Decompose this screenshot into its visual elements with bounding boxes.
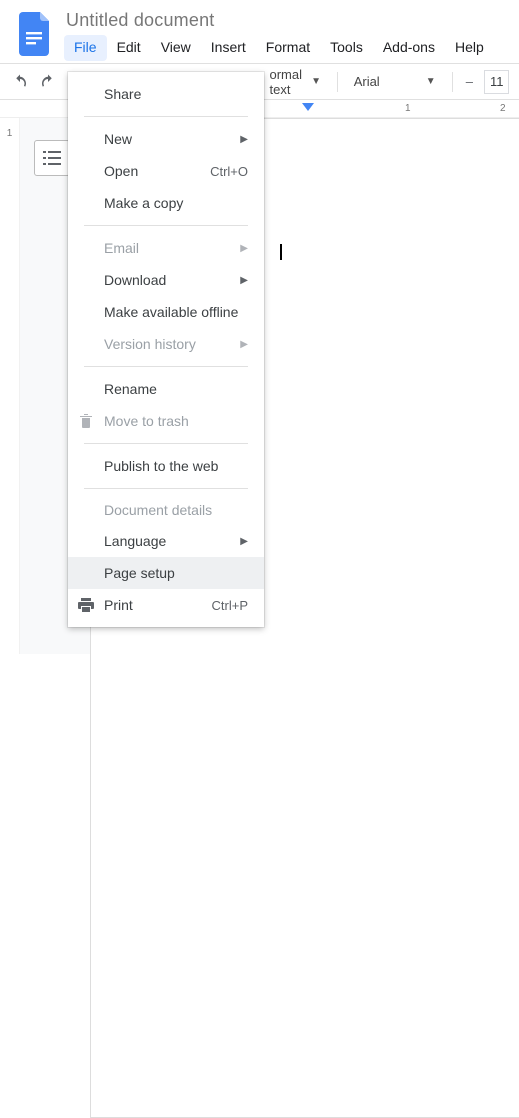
paragraph-style-combo[interactable]: ormal text ▼ xyxy=(264,69,327,95)
submenu-arrow-icon: ▶ xyxy=(240,134,248,145)
menu-item-language[interactable]: Language ▶ xyxy=(68,525,264,557)
menu-item-label: Document details xyxy=(104,502,212,518)
menu-item-label: Email xyxy=(104,240,139,256)
menu-file[interactable]: File xyxy=(64,35,107,61)
menu-item-label: Make available offline xyxy=(104,304,238,320)
menu-item-publish-web[interactable]: Publish to the web xyxy=(68,450,264,482)
undo-button[interactable] xyxy=(10,68,30,96)
font-family-combo[interactable]: Arial ▼ xyxy=(348,69,442,95)
menu-item-label: Page setup xyxy=(104,565,175,581)
menu-item-label: Open xyxy=(104,163,138,179)
menu-help[interactable]: Help xyxy=(445,35,494,61)
paragraph-style-label: ormal text xyxy=(270,67,306,97)
menu-insert[interactable]: Insert xyxy=(201,35,256,61)
font-size-input[interactable]: 11 xyxy=(484,70,509,94)
print-icon xyxy=(76,598,96,612)
menu-edit[interactable]: Edit xyxy=(107,35,151,61)
menu-addons[interactable]: Add-ons xyxy=(373,35,445,61)
menu-item-make-copy[interactable]: Make a copy xyxy=(68,187,264,219)
indent-marker-icon[interactable] xyxy=(302,103,314,113)
document-title[interactable]: Untitled document xyxy=(64,8,494,35)
menu-separator xyxy=(84,366,248,367)
menu-item-doc-details[interactable]: Document details xyxy=(68,495,264,525)
ruler-tick-label: 2 xyxy=(500,103,506,114)
file-menu-dropdown: Share New ▶ Open Ctrl+O Make a copy Email ▶… xyxy=(68,72,264,627)
toolbar-sep xyxy=(337,72,338,92)
menu-item-shortcut: Ctrl+P xyxy=(212,598,248,613)
menu-format[interactable]: Format xyxy=(256,35,320,61)
menu-tools[interactable]: Tools xyxy=(320,35,373,61)
menu-item-print[interactable]: Print Ctrl+P xyxy=(68,589,264,621)
menu-item-label: New xyxy=(104,131,132,147)
menu-item-version-history[interactable]: Version history ▶ xyxy=(68,328,264,360)
menu-item-label: Publish to the web xyxy=(104,458,218,474)
menu-view[interactable]: View xyxy=(151,35,201,61)
trash-icon xyxy=(76,413,96,429)
redo-button[interactable] xyxy=(38,68,58,96)
header: Untitled document File Edit View Insert … xyxy=(0,0,519,61)
menu-item-label: Version history xyxy=(104,336,196,352)
vertical-ruler[interactable]: 1 xyxy=(0,118,20,654)
menu-item-label: Make a copy xyxy=(104,195,183,211)
text-cursor xyxy=(280,244,282,260)
title-menu-group: Untitled document File Edit View Insert … xyxy=(64,8,494,61)
font-size-decrease[interactable]: – xyxy=(462,70,476,94)
submenu-arrow-icon: ▶ xyxy=(240,339,248,350)
menu-item-email[interactable]: Email ▶ xyxy=(68,232,264,264)
menu-item-new[interactable]: New ▶ xyxy=(68,123,264,155)
caret-down-icon: ▼ xyxy=(311,76,321,87)
menubar: File Edit View Insert Format Tools Add-o… xyxy=(64,35,494,61)
menu-item-label: Share xyxy=(104,86,141,102)
menu-item-open[interactable]: Open Ctrl+O xyxy=(68,155,264,187)
caret-down-icon: ▼ xyxy=(426,76,436,87)
menu-item-move-trash[interactable]: Move to trash xyxy=(68,405,264,437)
font-family-label: Arial xyxy=(354,74,380,89)
submenu-arrow-icon: ▶ xyxy=(240,275,248,286)
submenu-arrow-icon: ▶ xyxy=(240,243,248,254)
menu-item-rename[interactable]: Rename xyxy=(68,373,264,405)
submenu-arrow-icon: ▶ xyxy=(240,536,248,547)
menu-separator xyxy=(84,488,248,489)
menu-separator xyxy=(84,225,248,226)
menu-separator xyxy=(84,443,248,444)
menu-item-label: Move to trash xyxy=(104,413,189,429)
menu-item-label: Language xyxy=(104,533,166,549)
ruler-tick-label: 1 xyxy=(405,103,411,114)
docs-logo-icon[interactable] xyxy=(16,8,56,60)
menu-item-download[interactable]: Download ▶ xyxy=(68,264,264,296)
menu-item-label: Download xyxy=(104,272,166,288)
menu-item-label: Print xyxy=(104,597,133,613)
menu-item-label: Rename xyxy=(104,381,157,397)
menu-item-share[interactable]: Share xyxy=(68,78,264,110)
document-outline-button[interactable] xyxy=(34,140,70,176)
menu-separator xyxy=(84,116,248,117)
menu-item-shortcut: Ctrl+O xyxy=(210,164,248,179)
toolbar-sep xyxy=(452,72,453,92)
ruler-tick-label: 1 xyxy=(7,128,13,139)
menu-item-offline[interactable]: Make available offline xyxy=(68,296,264,328)
menu-item-page-setup[interactable]: Page setup xyxy=(68,557,264,589)
